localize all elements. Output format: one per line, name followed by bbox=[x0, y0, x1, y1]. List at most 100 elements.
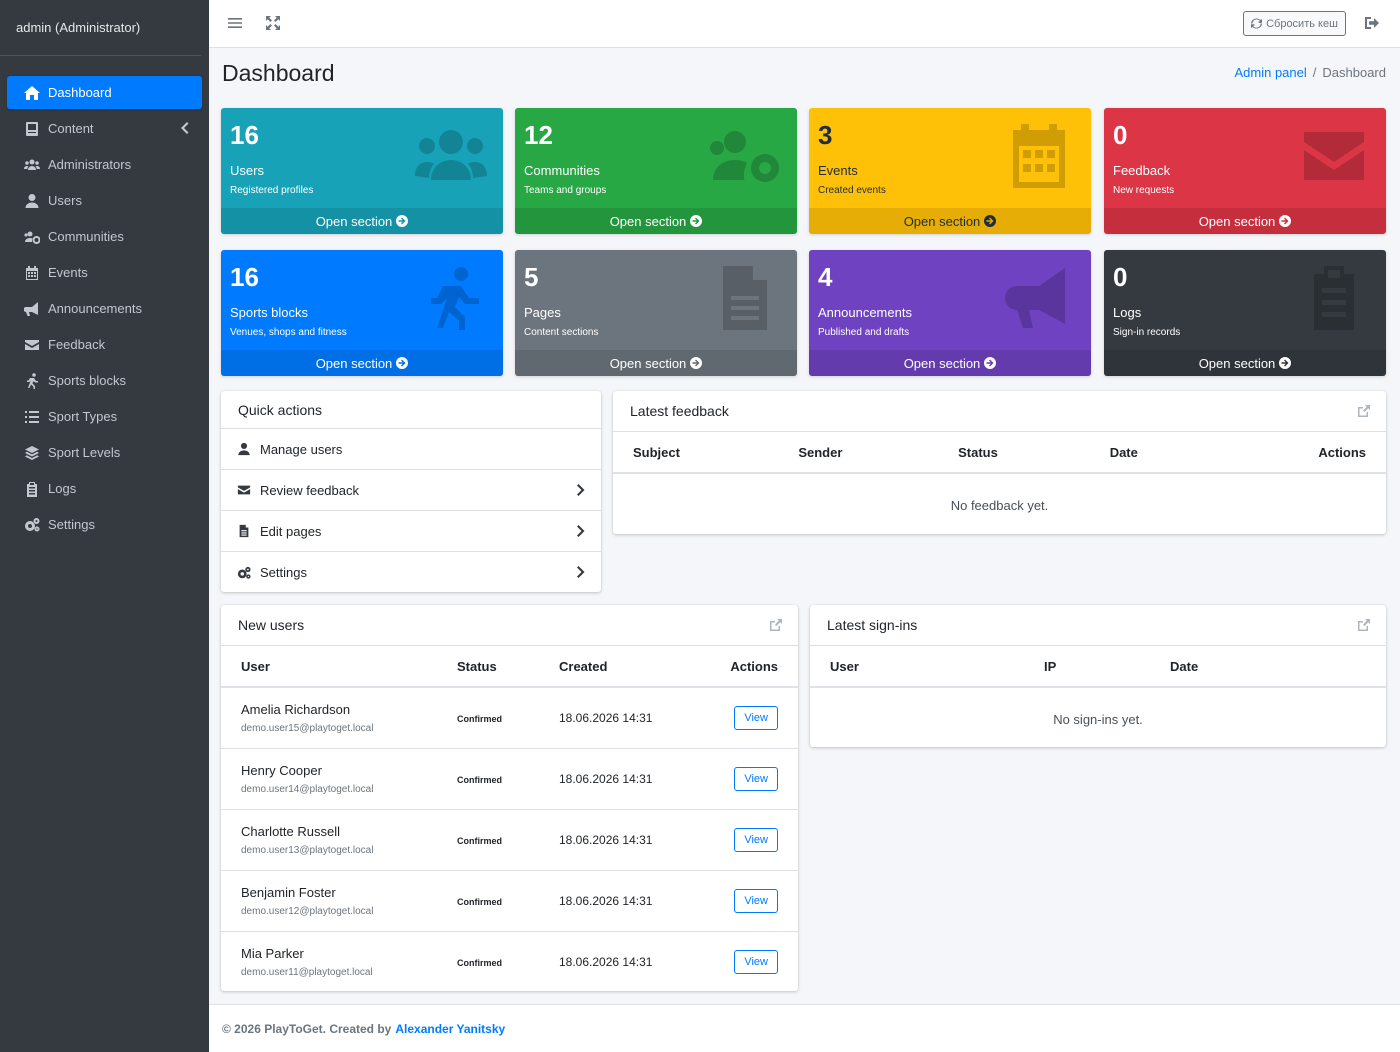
sidebar-item-settings[interactable]: Settings bbox=[7, 508, 202, 541]
arrow-circle-right-icon bbox=[690, 215, 703, 227]
cogs-icon bbox=[237, 566, 253, 580]
reset-cache-button[interactable]: Сбросить кеш bbox=[1243, 11, 1346, 36]
logout-icon[interactable] bbox=[1364, 15, 1380, 31]
calendar-icon bbox=[23, 264, 41, 282]
author-link[interactable]: Alexander Yanitsky bbox=[395, 1022, 505, 1036]
table-row: Charlotte Russell demo.user13@playtoget.l… bbox=[221, 809, 798, 871]
sidebar-item-feedback[interactable]: Feedback bbox=[7, 328, 202, 361]
sidebar-user[interactable]: admin (Administrator) bbox=[0, 0, 201, 56]
sidebar-item-sport-levels[interactable]: Sport Levels bbox=[7, 436, 202, 469]
sidebar-item-announcements[interactable]: Announcements bbox=[7, 292, 202, 325]
open-section-link-announcements[interactable]: Open section bbox=[809, 350, 1091, 376]
users-cog-icon bbox=[23, 228, 41, 246]
external-link-icon[interactable] bbox=[1358, 618, 1370, 631]
sidebar-item-logs[interactable]: Logs bbox=[7, 472, 202, 505]
new-users-card: New users User Status Created Actions Am… bbox=[221, 605, 798, 991]
stat-box-sports-blocks: 16 Sports blocks Venues, shops and fitne… bbox=[221, 250, 503, 376]
external-link-icon[interactable] bbox=[1358, 404, 1370, 417]
arrow-circle-right-icon bbox=[396, 215, 409, 227]
card-title: Latest sign-ins bbox=[810, 605, 1386, 646]
view-button[interactable]: View bbox=[734, 827, 778, 852]
stat-box-announcements: 4 Announcements Published and drafts Ope… bbox=[809, 250, 1091, 376]
view-button[interactable]: View bbox=[734, 766, 778, 791]
table-row: Henry Cooper demo.user14@playtoget.local … bbox=[221, 748, 798, 810]
megaphone-icon bbox=[23, 300, 41, 318]
envelope-icon bbox=[1298, 124, 1370, 188]
latest-feedback-card: Latest feedback Subject Sender Status Da… bbox=[613, 391, 1386, 534]
status-badge: Confirmed bbox=[457, 957, 502, 968]
file-icon bbox=[237, 524, 253, 538]
status-badge: Confirmed bbox=[457, 774, 502, 785]
layers-icon bbox=[23, 444, 41, 462]
calendar-icon bbox=[1003, 124, 1075, 188]
menu-toggle-icon[interactable] bbox=[227, 15, 243, 31]
open-section-link-events[interactable]: Open section bbox=[809, 208, 1091, 234]
stat-box-events: 3 Events Created events Open section bbox=[809, 108, 1091, 234]
feedback-table: Subject Sender Status Date Actions No fe… bbox=[613, 432, 1386, 537]
clipboard-icon bbox=[23, 480, 41, 498]
table-row: Amelia Richardson demo.user15@playtoget.l… bbox=[221, 687, 798, 749]
external-link-icon[interactable] bbox=[770, 618, 782, 631]
users-group-icon bbox=[415, 124, 487, 188]
users-group-icon bbox=[23, 156, 41, 174]
empty-message: No sign-ins yet. bbox=[1053, 712, 1143, 727]
open-section-link-feedback[interactable]: Open section bbox=[1104, 208, 1386, 234]
users-cog-icon bbox=[709, 124, 781, 188]
stat-box-feedback: 0 Feedback New requests Open section bbox=[1104, 108, 1386, 234]
status-badge: Confirmed bbox=[457, 713, 502, 724]
refresh-icon bbox=[1251, 18, 1263, 29]
users-table: User Status Created Actions Amelia Richa… bbox=[221, 646, 798, 992]
topbar: Сбросить кеш bbox=[209, 0, 1400, 48]
content-icon bbox=[23, 120, 41, 138]
card-title: Latest feedback bbox=[613, 391, 1386, 432]
footer: © 2026 PlayToGet. Created by Alexander Y… bbox=[209, 1004, 1400, 1052]
stat-box-pages: 5 Pages Content sections Open section bbox=[515, 250, 797, 376]
stat-box-logs: 0 Logs Sign-in records Open section bbox=[1104, 250, 1386, 376]
arrow-circle-right-icon bbox=[1279, 357, 1292, 369]
breadcrumb-current: Dashboard bbox=[1322, 65, 1386, 80]
view-button[interactable]: View bbox=[734, 705, 778, 730]
arrow-circle-right-icon bbox=[690, 357, 703, 369]
sidebar-item-communities[interactable]: Communities bbox=[7, 220, 202, 253]
sidebar-item-users[interactable]: Users bbox=[7, 184, 202, 217]
open-section-link-communities[interactable]: Open section bbox=[515, 208, 797, 234]
open-section-link-logs[interactable]: Open section bbox=[1104, 350, 1386, 376]
sidebar-item-dashboard[interactable]: Dashboard bbox=[7, 76, 202, 109]
breadcrumb-admin-panel[interactable]: Admin panel bbox=[1234, 65, 1306, 80]
fullscreen-icon[interactable] bbox=[265, 15, 281, 31]
chevron-right-icon bbox=[577, 484, 585, 496]
breadcrumb: Admin panel / Dashboard bbox=[1234, 65, 1386, 80]
card-title: Quick actions bbox=[221, 391, 601, 429]
sidebar-item-content[interactable]: Content bbox=[7, 112, 202, 145]
chevron-right-icon bbox=[577, 566, 585, 578]
card-title: New users bbox=[221, 605, 798, 646]
status-badge: Confirmed bbox=[457, 835, 502, 846]
open-section-link-users[interactable]: Open section bbox=[221, 208, 503, 234]
chevron-left-icon bbox=[180, 122, 190, 134]
arrow-circle-right-icon bbox=[396, 357, 409, 369]
stat-box-communities: 12 Communities Teams and groups Open sec… bbox=[515, 108, 797, 234]
open-section-link-sports-blocks[interactable]: Open section bbox=[221, 350, 503, 376]
running-icon bbox=[23, 372, 41, 390]
sidebar-item-sport-types[interactable]: Sport Types bbox=[7, 400, 202, 433]
quick-action-manage-users[interactable]: Manage users bbox=[221, 429, 601, 470]
open-section-link-pages[interactable]: Open section bbox=[515, 350, 797, 376]
quick-action-review-feedback[interactable]: Review feedback bbox=[221, 470, 601, 511]
page-title: Dashboard bbox=[222, 60, 335, 86]
table-row: Mia Parker demo.user11@playtoget.local Co… bbox=[221, 931, 798, 992]
signins-table: User IP Date No sign-ins yet. bbox=[810, 646, 1386, 751]
view-button[interactable]: View bbox=[734, 949, 778, 974]
table-row: Benjamin Foster demo.user12@playtoget.loc… bbox=[221, 870, 798, 932]
chevron-right-icon bbox=[577, 525, 585, 537]
user-icon bbox=[23, 192, 41, 210]
quick-action-settings[interactable]: Settings bbox=[221, 552, 601, 593]
sidebar-nav: Dashboard Content Administrators Users C… bbox=[0, 56, 209, 541]
view-button[interactable]: View bbox=[734, 888, 778, 913]
quick-action-edit-pages[interactable]: Edit pages bbox=[221, 511, 601, 552]
quick-actions-card: Quick actions Manage users Review feedba… bbox=[221, 391, 601, 592]
latest-signins-card: Latest sign-ins User IP Date No sign-ins… bbox=[810, 605, 1386, 747]
sidebar-item-sports-blocks[interactable]: Sports blocks bbox=[7, 364, 202, 397]
clipboard-icon bbox=[1298, 266, 1370, 330]
sidebar-item-events[interactable]: Events bbox=[7, 256, 202, 289]
sidebar-item-administrators[interactable]: Administrators bbox=[7, 148, 202, 181]
